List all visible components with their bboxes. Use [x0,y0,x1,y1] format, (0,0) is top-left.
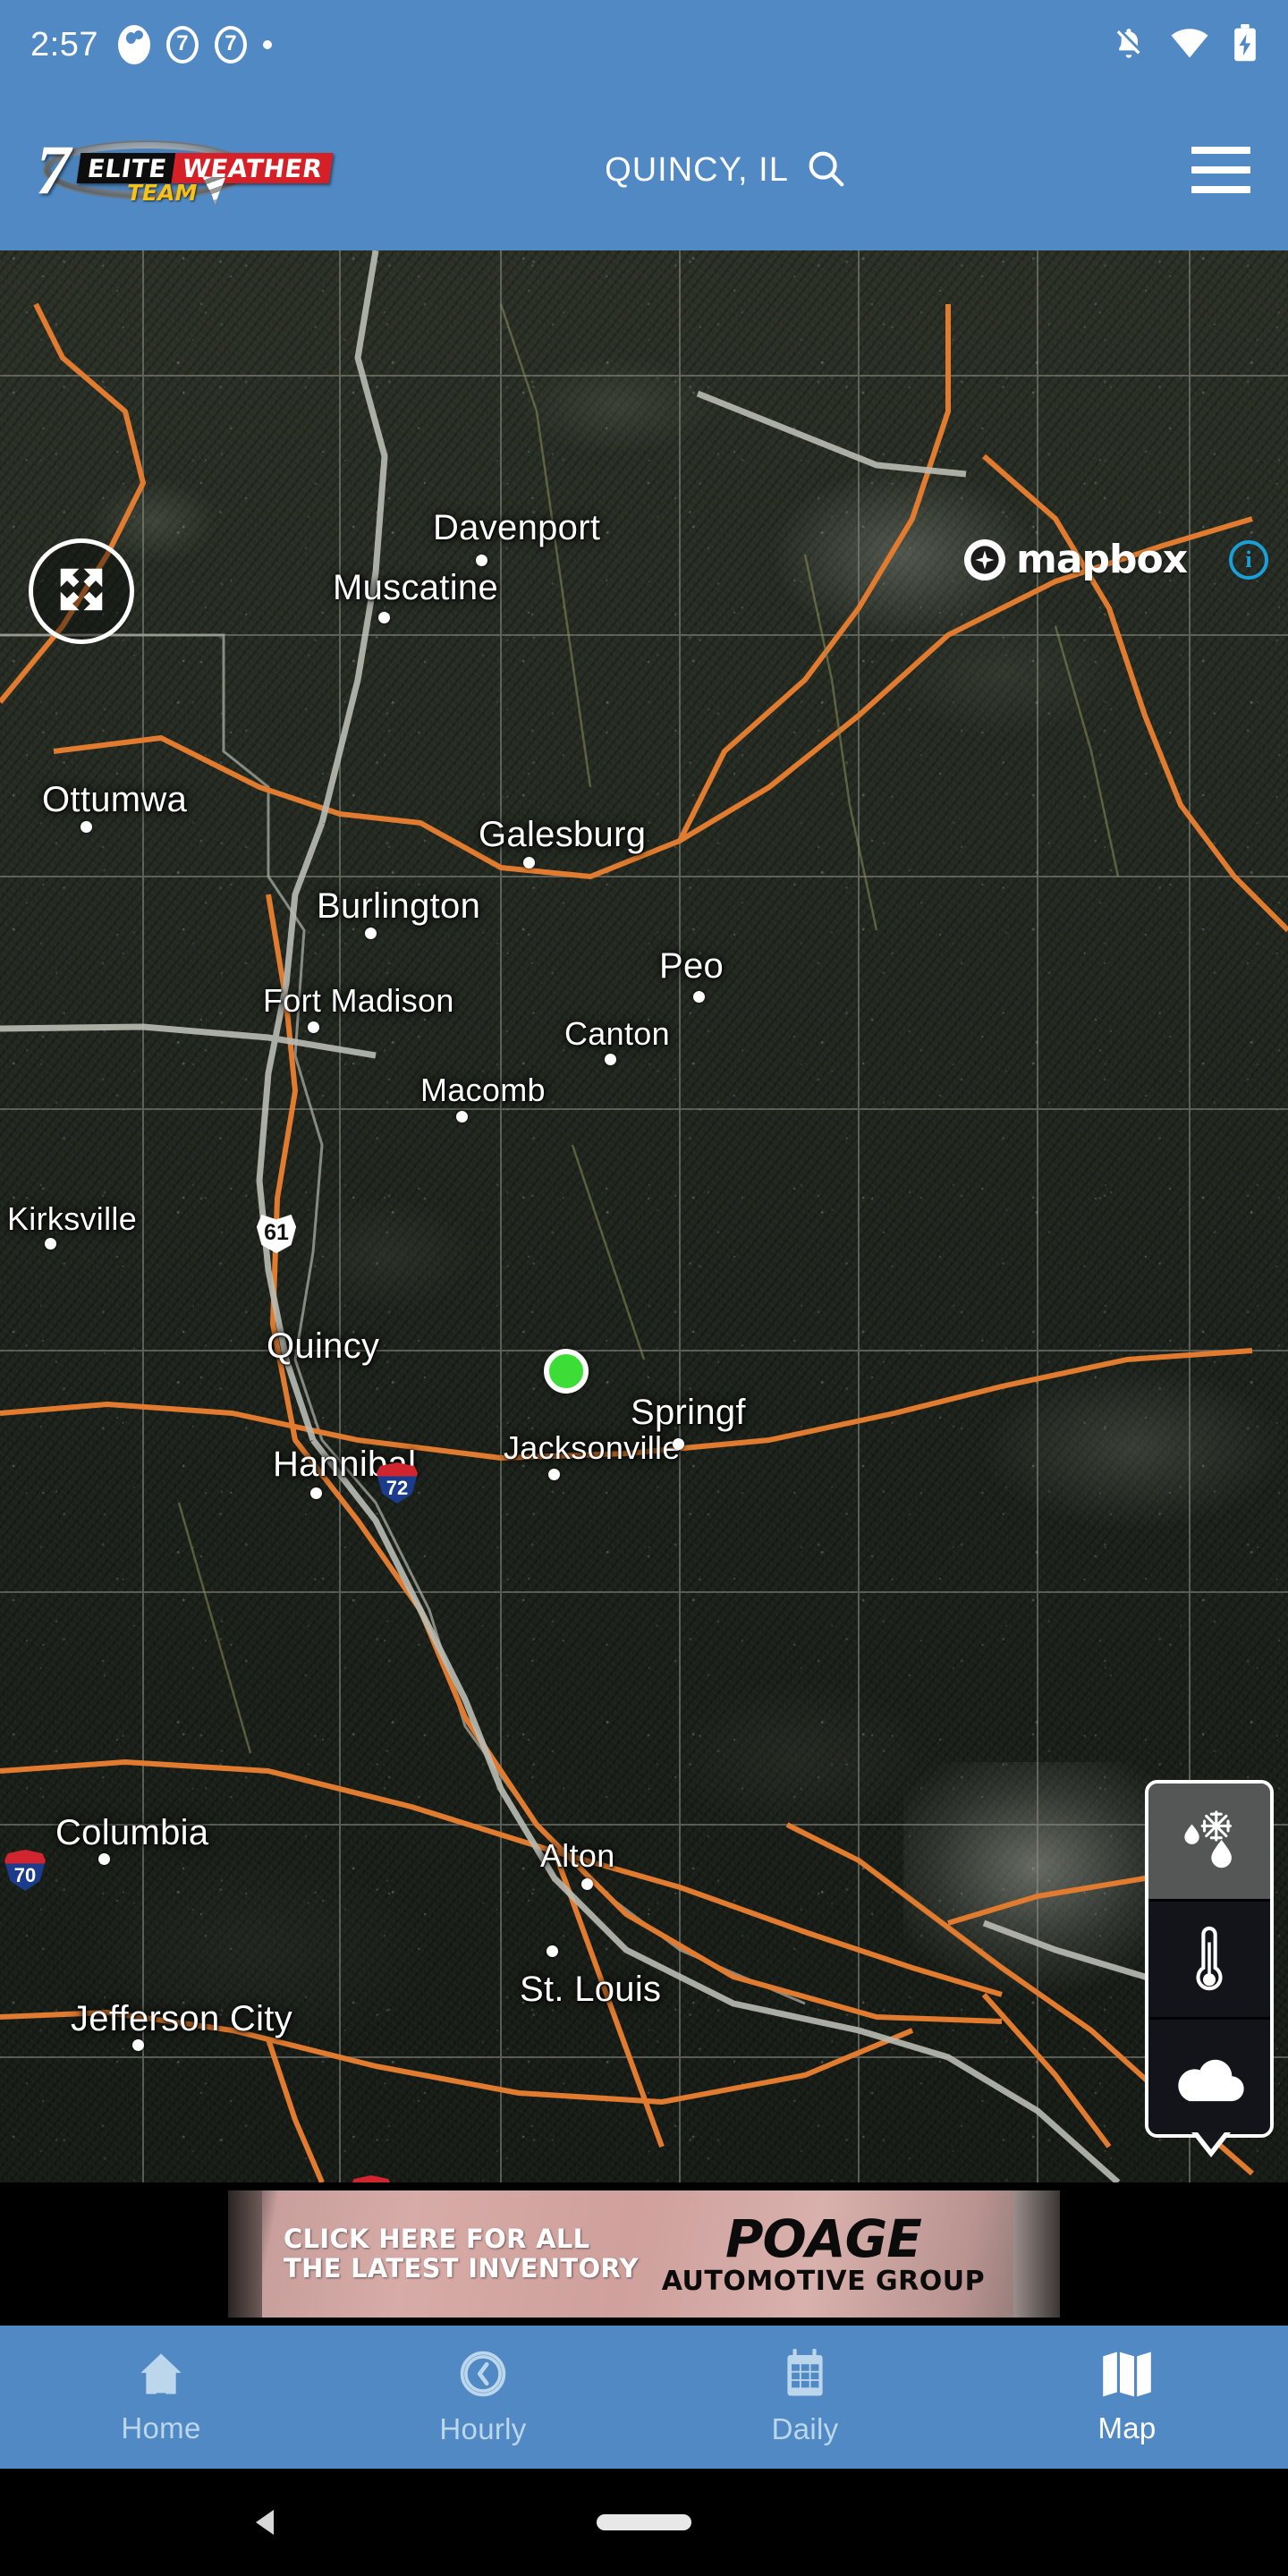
layer-panel-tail [1191,2132,1231,2157]
bell-off-icon [1111,25,1147,65]
mapbox-logo-icon [964,538,1005,580]
map-layer-selector[interactable] [1145,1780,1274,2138]
wifi-icon [1170,25,1209,65]
map-city-dot [456,1111,468,1123]
channel-7-icon: 7 [214,26,247,64]
radar-map[interactable]: mapbox i Davenport Muscatine Galesburg Ottu… [0,250,1288,2182]
temperature-layer-button[interactable] [1148,1902,1270,2020]
nav-tab-home[interactable]: Home [0,2350,322,2445]
ad-line-1: CLICK HERE FOR ALL [284,2223,590,2254]
status-bar-notifications: 7 7 [117,25,272,64]
map-city-dot [310,1487,322,1499]
fullscreen-expand-icon [54,562,109,622]
mapbox-attribution[interactable]: mapbox [964,537,1188,582]
map-city-dot [80,821,92,833]
map-info-icon[interactable]: i [1229,540,1268,580]
map-icon [1101,2350,1153,2402]
clock-icon [458,2349,508,2403]
bottom-navigation-bar: Home Hourly Daily Map [0,2326,1288,2469]
cloud-icon [1178,2059,1244,2102]
map-city-dot [523,857,535,869]
ad-brand-subtitle: AUTOMOTIVE GROUP [661,2266,986,2297]
calendar-icon [782,2348,828,2403]
minor-roads [177,303,1120,1754]
map-city-dot [673,1438,684,1450]
ad-brand-name: POAGE [724,2208,922,2269]
status-bar-system-icons [1111,23,1258,66]
app-header: 7 ELITE WEATHER TEAM QUINCY, IL [0,89,1288,250]
hamburger-bar [1191,186,1250,193]
ad-line-2: THE LATEST INVENTORY [284,2253,639,2284]
nav-label-home: Home [121,2411,201,2445]
current-location-label: QUINCY, IL [605,150,789,189]
map-city-dot [548,1469,560,1480]
back-chevron-icon[interactable] [256,2510,274,2535]
map-city-dot [45,1238,56,1250]
nav-tab-daily[interactable]: Daily [644,2348,966,2446]
home-icon [137,2350,185,2402]
nav-tab-hourly[interactable]: Hourly [322,2349,644,2446]
highways-major [0,302,1288,2182]
mapbox-wordmark: mapbox [1016,537,1188,582]
weather-app-screen: 2:57 7 7 7 ELITE WEATHER TEAM QUINCY, IL… [0,0,1288,2576]
logo-seven-text: 7 [36,131,71,208]
logo-elite-text: ELITE [76,153,176,183]
map-city-dot [547,1945,558,1957]
ad-advertiser: POAGE AUTOMOTIVE GROUP [662,2213,985,2295]
nav-label-daily: Daily [771,2411,839,2445]
map-city-dot [98,1853,110,1865]
map-city-dot [308,1021,319,1033]
nav-tab-map[interactable]: Map [966,2350,1288,2445]
ad-call-to-action: CLICK HERE FOR ALL THE LATEST INVENTORY [284,2224,639,2284]
hamburger-menu-icon[interactable] [1191,147,1250,193]
battery-charging-icon [1233,23,1258,66]
system-status-bar: 2:57 7 7 [0,0,1288,89]
current-location-marker[interactable] [544,1349,589,1394]
nav-label-hourly: Hourly [439,2411,527,2445]
notification-blob-icon [117,25,150,64]
thermometer-icon [1196,1926,1223,1990]
hamburger-bar [1191,147,1250,154]
hamburger-bar [1191,166,1250,174]
home-pill-icon[interactable] [597,2514,691,2530]
map-city-dot [581,1878,593,1890]
logo-weather-text: WEATHER [171,153,334,183]
map-city-dot [132,2039,144,2051]
map-city-dot [378,612,390,623]
app-logo: 7 ELITE WEATHER TEAM [27,130,334,210]
location-search[interactable]: QUINCY, IL [259,148,1191,193]
status-bar-clock: 2:57 [30,25,98,64]
fullscreen-toggle-button[interactable] [29,538,134,644]
android-system-nav [0,2469,1288,2576]
logo-team-text: TEAM [127,180,198,206]
precipitation-layer-button[interactable] [1148,1784,1270,1902]
channel-7-icon: 7 [165,26,199,64]
nav-label-map: Map [1097,2411,1157,2445]
map-city-dot [365,928,377,939]
advertisement-banner[interactable]: CLICK HERE FOR ALL THE LATEST INVENTORY … [228,2190,1060,2318]
map-city-dot [605,1054,616,1065]
dot-icon [262,40,272,49]
advertisement-zone[interactable]: CLICK HERE FOR ALL THE LATEST INVENTORY … [0,2182,1288,2326]
rain-snow-mix-icon [1184,1809,1232,1868]
map-city-dot [476,555,487,566]
search-icon[interactable] [805,148,846,193]
clouds-layer-button[interactable] [1148,2020,1270,2134]
map-city-dot [693,991,705,1003]
